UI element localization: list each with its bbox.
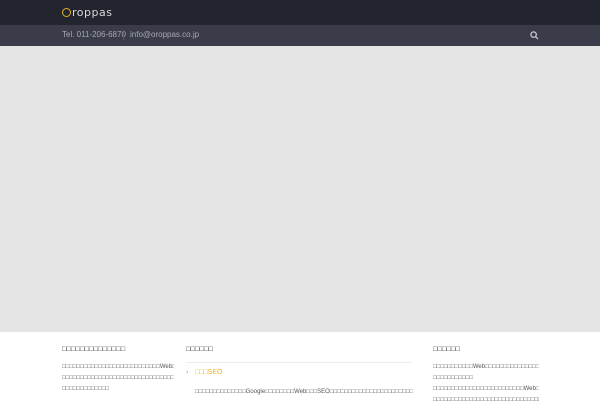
footer-col3-title: □□□□□□ [433,346,461,353]
footer-col2-line1: □□□□□□□□□□□□□□Google□□□□□□□□Web□□□SEO□□□… [195,389,413,395]
footer-col1-line3: □□□□□□□□□□□□□ [62,386,110,392]
footer-col1-line1: □□□□□□□□□□□□□□□□□□□□□□□□□□□Web□□□ [62,364,174,370]
contact-bar: Tel. 011-206-6870 info@oroppas.co.jp [0,25,600,46]
footer-col2-divider [186,362,412,363]
footer-col3-line2: □□□□□□□□□□□ [433,375,473,381]
footer-col2-title: □□□□□□ [186,346,214,353]
footer-col3-line3: □□□□□□□□□□□□□□□□□□□□□□□□□Web□□□□ [433,386,539,392]
footer-col2-link[interactable]: □□□SEO [195,369,222,376]
email-link[interactable]: info@oroppas.co.jp [130,30,199,39]
footer-col1-line2: □□□□□□□□□□□□□□□□□□□□□□□□□□□□□□□□□ [62,375,174,381]
footer-col3-line4: □□□□□□□□□□□□□□□□□□□□□□□□□□□□□□□□ [433,397,539,403]
contact-divider [123,30,124,40]
logo[interactable]: roppas [62,4,112,21]
logo-ring-icon [62,8,71,17]
logo-text: roppas [72,6,113,19]
search-icon[interactable] [530,31,539,40]
hero-image-area [0,46,600,332]
footer-col1-title: □□□□□□□□□□□□□□ [62,346,126,353]
phone-number: Tel. 011-206-6870 [62,30,126,39]
top-navbar: roppas [0,0,600,25]
footer-col3-line1: □□□□□□□□□□□Web□□□□□□□□□□□□□□□□□□□ [433,364,539,370]
bullet-icon: › [186,369,189,376]
